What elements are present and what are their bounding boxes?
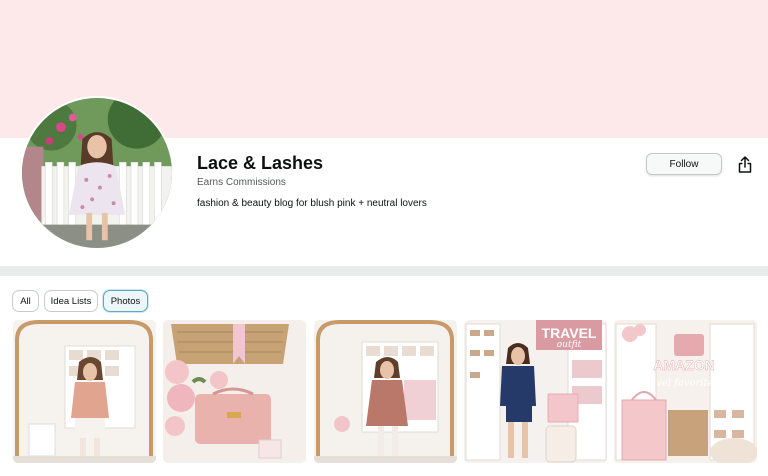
share-icon (738, 155, 752, 173)
photo-tile[interactable]: AMAZON travel favorites (614, 320, 757, 463)
tab-photos[interactable]: Photos (103, 290, 148, 312)
photo-tile[interactable] (13, 320, 156, 463)
photo-overlay-title: AMAZON (653, 357, 714, 373)
store-name: Lace & Lashes (197, 153, 324, 173)
photo-image (13, 320, 156, 463)
photo-overlay-subtitle: travel favorites (641, 378, 718, 389)
photo-tile[interactable] (314, 320, 457, 463)
follow-button[interactable]: Follow (646, 153, 722, 175)
photo-tile[interactable]: TRAVEL outfit (464, 320, 607, 463)
tab-all[interactable]: All (12, 290, 39, 312)
photo-image: TRAVEL outfit (464, 320, 607, 463)
share-button[interactable] (736, 154, 754, 174)
photo-image: AMAZON travel favorites (614, 320, 757, 463)
photo-image (163, 320, 306, 463)
profile-bio: fashion & beauty blog for blush pink + n… (197, 198, 427, 209)
photo-overlay-title: TRAVEL (542, 325, 597, 341)
photo-image (314, 320, 457, 463)
avatar (20, 96, 174, 250)
earns-commissions-label: Earns Commissions (197, 177, 286, 188)
photo-tile[interactable] (163, 320, 306, 463)
photo-overlay-subtitle: outfit (557, 340, 582, 350)
tab-idea-lists[interactable]: Idea Lists (44, 290, 98, 312)
